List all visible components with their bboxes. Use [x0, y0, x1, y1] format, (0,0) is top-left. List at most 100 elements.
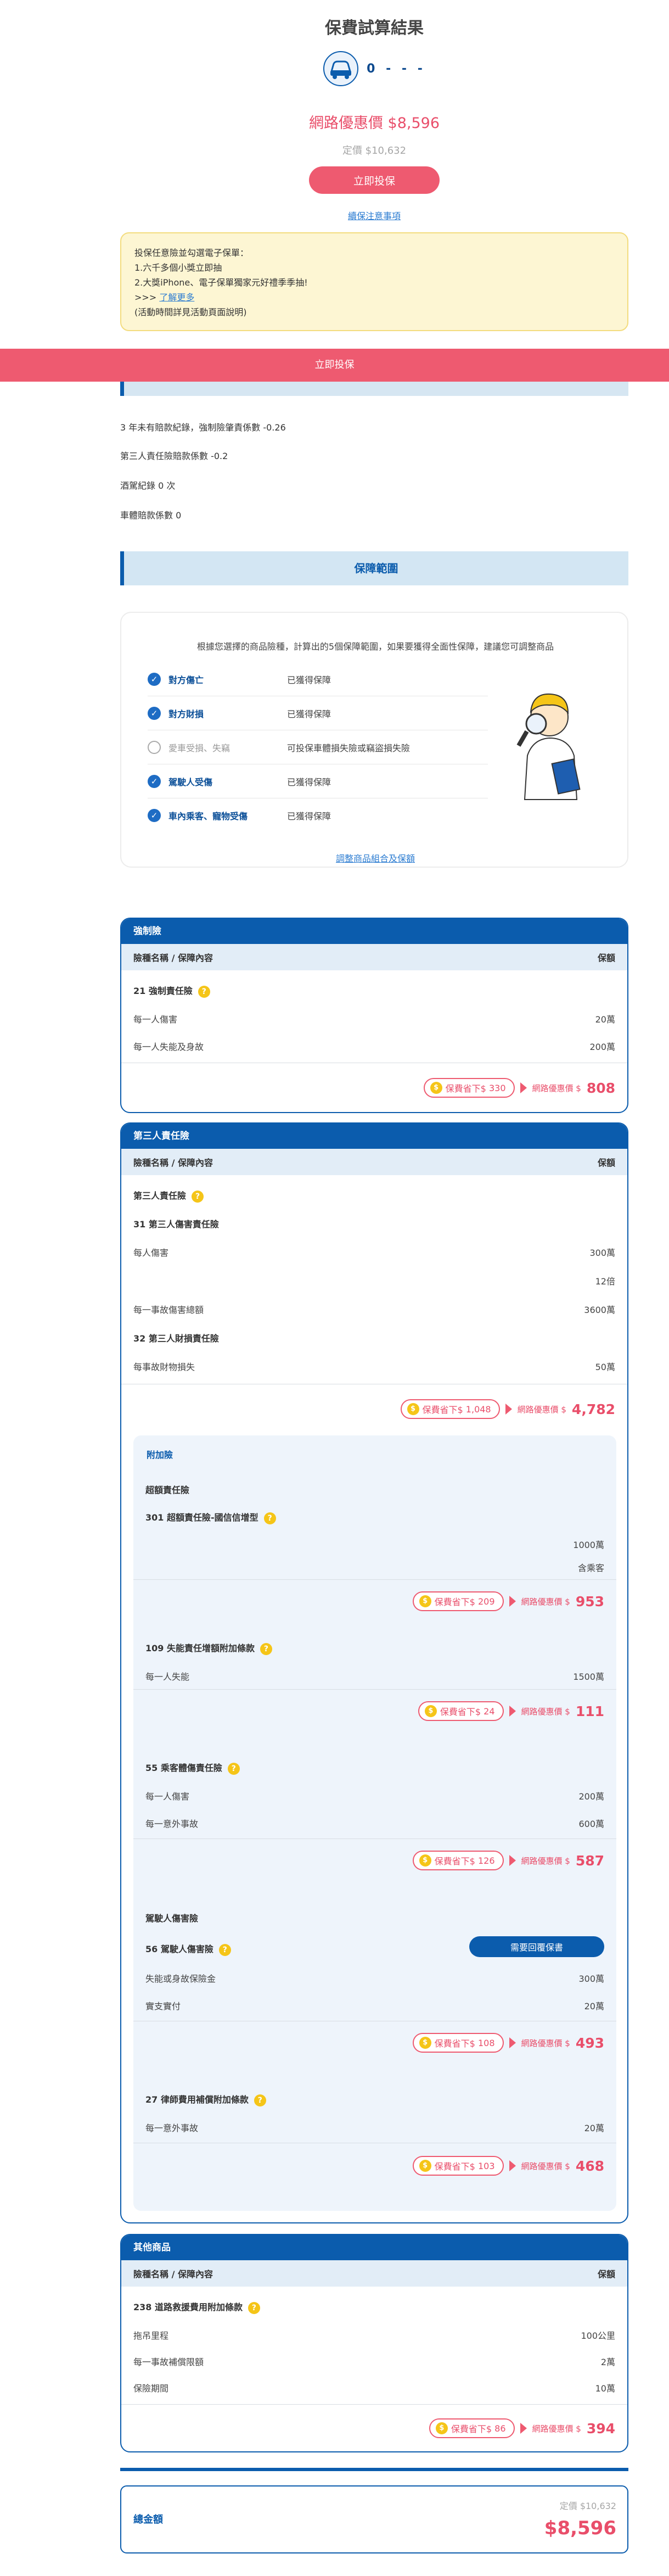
row-label: 每一人傷害	[133, 1014, 178, 1025]
row-label: 保險期間	[133, 2383, 169, 2394]
empty-circle-icon	[148, 740, 161, 754]
row-label: 每一意外事故	[145, 2123, 199, 2133]
item-name: 238 道路救援費用附加條款	[133, 2302, 243, 2312]
coin-icon: $	[419, 1854, 431, 1867]
col-header-name: 險種名稱 / 保障內容	[133, 953, 213, 963]
row-label: 失能或身故保險金	[145, 1974, 216, 1984]
coin-icon: $	[430, 1082, 442, 1094]
coin-icon: $	[419, 1595, 431, 1607]
savings-badge: $ 保費省下$ 103	[412, 2156, 504, 2176]
row-value: 2萬	[600, 2357, 615, 2367]
net-amount: 808	[586, 1080, 615, 1096]
row-value: 含乘客	[577, 1563, 604, 1573]
help-icon[interactable]: ?	[192, 1190, 204, 1203]
total-net-price: $8,596	[544, 2517, 616, 2539]
help-icon[interactable]: ?	[218, 1943, 231, 1956]
net-label: 網路優惠價 $	[521, 2161, 570, 2171]
savings-badge: $ 保費省下$ 330	[423, 1078, 515, 1098]
row-label: 每人傷害	[133, 1248, 169, 1258]
addon-panel: 附加險 超額責任險 301 超額責任險-國信信增型? 1000萬 含乘客 $ 保費…	[133, 1435, 616, 2211]
insurance-item: 301 超額責任險-國信信增型?	[145, 1510, 604, 1524]
help-icon[interactable]: ?	[227, 1762, 240, 1775]
coverage-name: 駕駛人受傷	[168, 776, 213, 787]
page-title: 保費試算結果	[325, 19, 424, 38]
coverage-status: 可投保車體損失險或竊盜損失險	[287, 742, 411, 753]
row-label: 每事故財物損失	[133, 1362, 195, 1372]
row-value: 12倍	[595, 1276, 615, 1287]
savings-badge: $ 保費省下$ 126	[412, 1851, 504, 1870]
item-name: 109 失能責任增額附加條款	[145, 1643, 255, 1653]
net-label: 網路優惠價 $	[521, 1706, 570, 1717]
promo-line: 2.大獎iPhone、電子保單獨家元好禮季季抽!	[134, 277, 308, 288]
table-row: 每一人失能及身故 200萬	[133, 1040, 615, 1053]
savings-badge: $ 保費省下$ 209	[412, 1591, 504, 1611]
coin-icon: $	[407, 1403, 419, 1415]
item-name: 第三人責任險	[133, 1191, 187, 1201]
table-row: 每一人失能 1500萬	[145, 1669, 604, 1683]
check-icon: ✓	[148, 672, 161, 686]
adjust-products-link[interactable]: 調整商品組合及保額	[121, 851, 629, 864]
row-label: 每一意外事故	[145, 1819, 199, 1829]
savings-badge: $ 保費省下$ 86	[429, 2418, 515, 2438]
help-icon[interactable]: ?	[263, 1512, 276, 1524]
total-divider	[120, 2468, 628, 2471]
table-row: 實支實付 20萬	[145, 1999, 604, 2012]
coin-icon: $	[424, 1705, 437, 1717]
net-amount: 587	[575, 1852, 604, 1869]
promo-footnote: (活動時間詳見活動頁面說明)	[134, 307, 247, 317]
net-label: 網路優惠價 $	[532, 1083, 581, 1093]
table-row: 每一意外事故 20萬	[145, 2121, 604, 2134]
table-row: 每一事故傷害總額 3600萬	[133, 1303, 615, 1316]
promo-line: 1.六千多個小獎立即抽	[134, 262, 222, 273]
save-prefix: 保費省下$	[434, 2161, 475, 2172]
net-label: 網路優惠價 $	[521, 2038, 570, 2048]
coverage-item: ✓ 對方傷亡 已獲得保障	[148, 662, 488, 696]
col-header-name: 險種名稱 / 保障內容	[133, 2269, 213, 2279]
promo-more-prefix: >>>	[134, 292, 157, 303]
insurance-item: 238 道路救援費用附加條款?	[133, 2300, 615, 2314]
coverage-status: 已獲得保障	[287, 708, 331, 719]
check-icon: ✓	[148, 774, 161, 788]
table-row: 每一人傷害 20萬	[133, 1012, 615, 1025]
renewal-notice-link[interactable]: 續保注意事項	[120, 209, 628, 222]
apply-button[interactable]: 立即投保	[309, 166, 440, 194]
save-prefix: 保費省下$	[440, 1707, 481, 1717]
sticky-apply-bar[interactable]: 立即投保	[0, 349, 669, 382]
promo-more: >>> 了解更多	[134, 290, 614, 305]
help-icon[interactable]: ?	[254, 2094, 266, 2106]
arrow-right-icon	[509, 1855, 516, 1866]
section-strip	[120, 382, 628, 396]
license-plate: 0 - - -	[367, 62, 426, 76]
learn-more-link[interactable]: 了解更多	[159, 292, 194, 303]
coverage-status: 已獲得保障	[287, 776, 331, 787]
table-header: 險種名稱 / 保障內容 保額	[121, 944, 627, 970]
help-icon[interactable]: ?	[260, 1642, 272, 1655]
save-prefix: 保費省下$	[422, 1405, 463, 1415]
coverage-item: ✓ 對方財損 已獲得保障	[148, 696, 488, 730]
total-label: 總金額	[133, 2514, 163, 2525]
save-prefix: 保費省下$	[451, 2424, 492, 2434]
save-amount: 108	[477, 2037, 495, 2048]
net-amount: 394	[586, 2420, 615, 2437]
savings-badge: $ 保費省下$ 1,048	[400, 1399, 500, 1419]
help-icon[interactable]: ?	[198, 985, 210, 998]
price-line: $ 保費省下$ 108 網路優惠價 $ 493	[412, 2033, 604, 2053]
sub-item: 31 第三人傷害責任險	[133, 1219, 219, 1230]
reply-insurance-button[interactable]: 需要回覆保書	[469, 1936, 604, 1957]
check-icon: ✓	[148, 706, 161, 720]
row-value: 1500萬	[573, 1672, 604, 1682]
coin-icon: $	[419, 2037, 431, 2049]
insurance-item: 第三人責任險?	[133, 1188, 615, 1203]
net-label: 網路優惠價 $	[532, 2423, 581, 2434]
list-price: 定價 $10,632	[342, 145, 407, 157]
net-amount: 953	[575, 1593, 604, 1610]
price-line: $ 保費省下$ 103 網路優惠價 $ 468	[412, 2156, 604, 2176]
row-label: 每一事故補償限額	[133, 2357, 204, 2367]
price-line: $ 保費省下$ 126 網路優惠價 $ 587	[412, 1851, 604, 1870]
row-value: 20萬	[584, 2001, 604, 2011]
help-icon[interactable]: ?	[248, 2301, 260, 2314]
row-label: 拖吊里程	[133, 2331, 169, 2341]
row-label: 每一事故傷害總額	[133, 1305, 204, 1315]
total-box: 總金額 定價 $10,632 $8,596	[120, 2485, 628, 2553]
coverage-status: 已獲得保障	[287, 811, 331, 822]
